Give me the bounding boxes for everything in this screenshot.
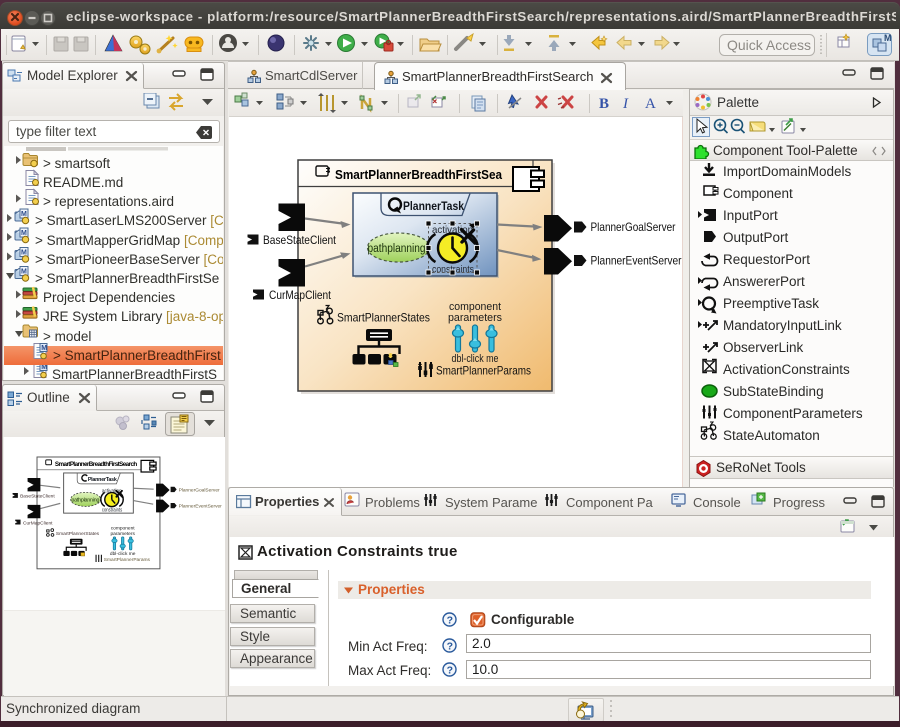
svg-text:InputPort: InputPort [723,208,778,223]
svg-text:Component Pa: Component Pa [566,495,653,510]
svg-text:System Parame: System Parame [445,495,537,510]
svg-text:SmartPlannerStates: SmartPlannerStates [337,311,430,325]
svg-text:?: ? [447,665,453,677]
svg-text:ActivationConstraints: ActivationConstraints [723,362,850,377]
svg-text:BaseStateClient: BaseStateClient [20,494,55,500]
svg-text:I: I [622,96,629,112]
svg-text:Console: Console [693,495,741,510]
svg-text:CurMapClient: CurMapClient [23,520,53,526]
svg-text:PlannerEventServer: PlannerEventServer [179,504,223,510]
svg-text:SmartPlannerBreadthFirstSea: SmartPlannerBreadthFirstSea [335,167,503,182]
svg-text:Problems: Problems [365,495,420,510]
svg-text:MandatoryInputLink: MandatoryInputLink [723,318,842,333]
svg-text:?: ? [447,615,453,627]
svg-text:AnswererPort: AnswererPort [723,274,805,289]
svg-text:Quick Access: Quick Access [727,37,811,53]
svg-text:PlannerTask: PlannerTask [88,477,117,483]
svg-text:ComponentParameters: ComponentParameters [723,406,863,421]
svg-text:BaseStateClient: BaseStateClient [263,233,337,247]
svg-text:Progress: Progress [773,495,826,510]
svg-text:component: component [111,526,136,532]
svg-text:PlannerTask: PlannerTask [403,199,464,213]
svg-text:OutputPort: OutputPort [723,230,789,245]
svg-text:PlannerEventServer: PlannerEventServer [591,254,682,268]
svg-text:Component: Component [723,186,793,201]
svg-text:SubStateBinding: SubStateBinding [723,384,824,399]
svg-text:A: A [645,96,656,112]
svg-text:PlannerGoalServer: PlannerGoalServer [591,220,676,234]
svg-text:ObserverLink: ObserverLink [723,340,804,355]
svg-text:SmartPlannerParams: SmartPlannerParams [436,364,531,378]
svg-text:SmartPlannerBreadthFirstSearch: SmartPlannerBreadthFirstSearch [55,461,137,468]
svg-text:M: M [884,33,892,43]
svg-text:ImportDomainModels: ImportDomainModels [723,164,852,179]
svg-text:CurMapClient: CurMapClient [269,288,332,302]
svg-text:pathplanning: pathplanning [71,498,99,504]
svg-text:PreemptiveTask: PreemptiveTask [723,296,819,311]
svg-text:SmartPlannerStates: SmartPlannerStates [56,531,100,537]
svg-text:dbl-click me: dbl-click me [110,551,136,557]
svg-text:parameters: parameters [448,312,502,324]
svg-text:RequestorPort: RequestorPort [723,252,810,267]
svg-text:B: B [599,96,609,112]
svg-text:SmartPlannerParams: SmartPlannerParams [104,557,151,563]
svg-text:pathplanning: pathplanning [368,243,426,255]
svg-text:StateAutomaton: StateAutomaton [723,428,820,443]
svg-text:?: ? [447,641,453,653]
svg-text:parameters: parameters [110,531,135,537]
svg-text:constraints: constraints [102,507,123,513]
svg-text:PlannerGoalServer: PlannerGoalServer [179,487,220,493]
